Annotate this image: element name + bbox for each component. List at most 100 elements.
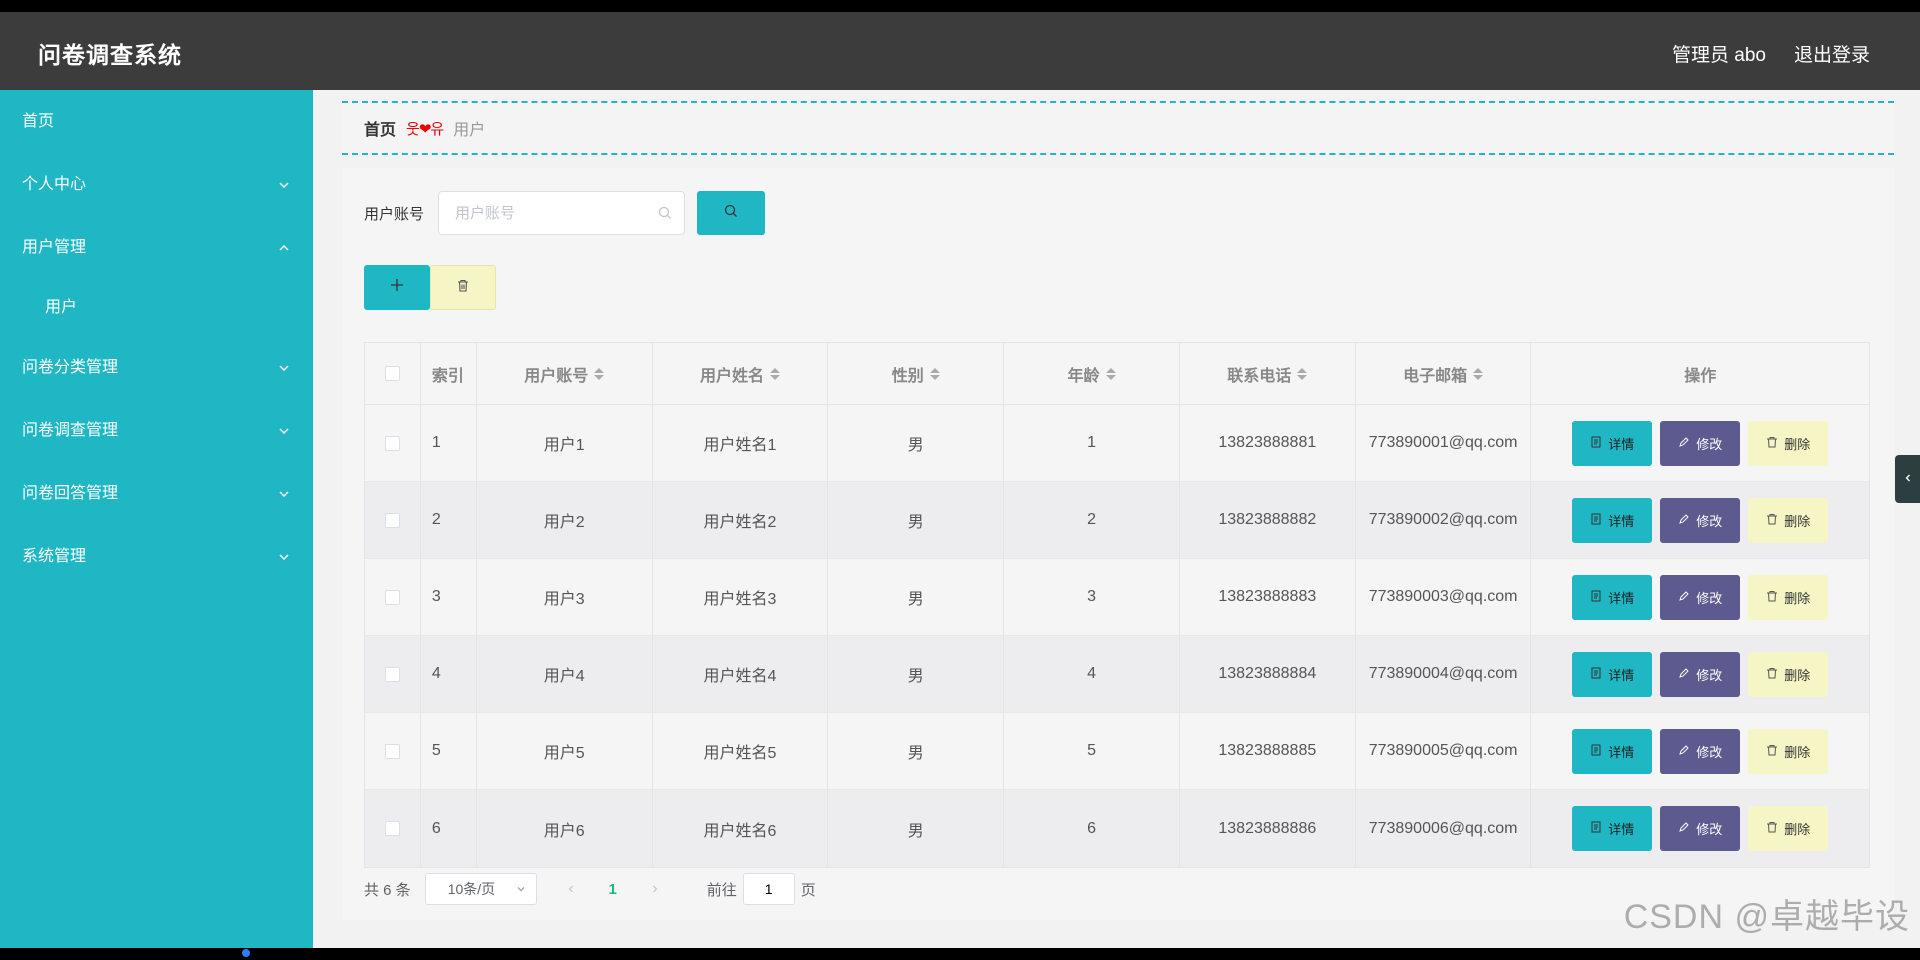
detail-button[interactable]: 详情 — [1572, 574, 1653, 620]
cell-age: 4 — [1004, 636, 1180, 712]
collapse-panel-button[interactable] — [1895, 455, 1920, 503]
header-ops: 操作 — [1531, 343, 1869, 404]
cell-index: 3 — [421, 559, 477, 635]
header-index: 索引 — [421, 343, 477, 404]
cell-age: 5 — [1004, 713, 1180, 789]
edit-button[interactable]: 修改 — [1660, 806, 1741, 851]
current-user[interactable]: 管理员 abo — [1672, 40, 1766, 67]
sidebar-item-personal-center[interactable]: 个人中心 — [0, 153, 313, 216]
delete-button[interactable]: 删除 — [1748, 420, 1829, 466]
cell-ops: 详情 修改 删除 — [1531, 482, 1869, 558]
sidebar-item-label: 问卷调查管理 — [22, 422, 119, 439]
plus-icon — [390, 278, 404, 297]
header-name-label: 用户姓名 — [700, 367, 765, 385]
prev-page-button[interactable] — [549, 881, 593, 898]
chevron-down-icon — [277, 153, 291, 216]
breadcrumb-home[interactable]: 首页 — [364, 116, 396, 140]
search-button[interactable] — [697, 191, 766, 235]
logout-link[interactable]: 退出登录 — [1794, 40, 1870, 67]
detail-button[interactable]: 详情 — [1572, 651, 1653, 697]
cell-ops: 详情 修改 删除 — [1531, 636, 1869, 712]
trash-icon — [1766, 513, 1778, 528]
cell-ops: 详情 修改 删除 — [1531, 405, 1869, 481]
detail-button[interactable]: 详情 — [1572, 420, 1653, 466]
cell-age: 3 — [1004, 559, 1180, 635]
sidebar-item-questionnaire-category[interactable]: 问卷分类管理 — [0, 336, 313, 399]
document-icon — [1590, 744, 1602, 759]
sidebar-item-questionnaire-answer[interactable]: 问卷回答管理 — [0, 462, 313, 525]
row-checkbox[interactable] — [384, 743, 400, 759]
delete-label: 删除 — [1784, 822, 1811, 837]
page-size-select[interactable]: 10条/页 — [424, 873, 537, 905]
page-number[interactable]: 1 — [593, 881, 633, 898]
cell-gender: 男 — [828, 482, 1005, 558]
sort-icon — [770, 367, 781, 380]
header-phone-label: 联系电话 — [1227, 367, 1292, 385]
select-all-checkbox[interactable] — [384, 366, 400, 381]
header-phone[interactable]: 联系电话 — [1180, 343, 1356, 404]
header-gender-label: 性别 — [891, 367, 924, 385]
detail-button[interactable]: 详情 — [1572, 806, 1653, 851]
cell-account: 用户5 — [477, 713, 653, 789]
row-checkbox-cell — [365, 636, 421, 712]
document-icon — [1590, 436, 1602, 451]
add-button[interactable] — [364, 265, 430, 310]
detail-button[interactable]: 详情 — [1572, 497, 1653, 543]
cell-gender: 男 — [828, 713, 1005, 789]
delete-button[interactable]: 删除 — [1748, 806, 1829, 851]
header-gender[interactable]: 性别 — [828, 343, 1005, 404]
edit-button[interactable]: 修改 — [1660, 651, 1741, 697]
goto-unit: 页 — [800, 881, 816, 899]
delete-button[interactable]: 删除 — [1748, 574, 1829, 620]
sidebar-item-home[interactable]: 首页 — [0, 90, 313, 153]
cell-index: 1 — [421, 405, 477, 481]
detail-label: 详情 — [1608, 822, 1635, 837]
chevron-down-icon — [277, 525, 291, 588]
table-row: 5 用户5 用户姓名5 男 5 13823888885 773890005@qq… — [365, 713, 1869, 790]
trash-icon — [457, 279, 469, 297]
header-age[interactable]: 年龄 — [1004, 343, 1180, 404]
table-row: 3 用户3 用户姓名3 男 3 13823888883 773890003@qq… — [365, 559, 1869, 636]
row-checkbox[interactable] — [384, 435, 400, 451]
goto-page-input[interactable] — [742, 873, 795, 905]
detail-label: 详情 — [1608, 590, 1635, 606]
cell-index: 5 — [421, 713, 477, 789]
sidebar-item-questionnaire-survey[interactable]: 问卷调查管理 — [0, 399, 313, 462]
sidebar-item-user-management[interactable]: 用户管理 — [0, 216, 313, 279]
batch-delete-button[interactable] — [430, 265, 496, 310]
row-checkbox[interactable] — [384, 512, 400, 528]
document-icon — [1590, 667, 1602, 682]
delete-button[interactable]: 删除 — [1748, 497, 1829, 543]
row-checkbox[interactable] — [384, 589, 400, 605]
next-page-button[interactable] — [633, 881, 677, 898]
row-checkbox[interactable] — [384, 821, 400, 836]
app-title: 问卷调查系统 — [38, 42, 182, 68]
edit-label: 修改 — [1696, 436, 1723, 452]
edit-button[interactable]: 修改 — [1660, 497, 1741, 543]
header-account[interactable]: 用户账号 — [477, 343, 653, 404]
cell-account: 用户4 — [477, 636, 653, 712]
table-row: 4 用户4 用户姓名4 男 4 13823888884 773890004@qq… — [365, 636, 1869, 713]
users-table: 索引 用户账号 用户姓名 性别 年龄 联系电话 电子邮箱 操作 1 用户1 用户… — [364, 342, 1870, 868]
row-checkbox-cell — [365, 713, 421, 789]
header-index-label: 索引 — [431, 367, 464, 385]
header-name[interactable]: 用户姓名 — [653, 343, 829, 404]
cell-phone: 13823888885 — [1180, 713, 1356, 789]
detail-button[interactable]: 详情 — [1572, 728, 1653, 774]
edit-button[interactable]: 修改 — [1660, 420, 1741, 466]
chevron-down-icon — [516, 881, 526, 897]
cell-ops: 详情 修改 删除 — [1531, 713, 1869, 789]
header-email[interactable]: 电子邮箱 — [1356, 343, 1532, 404]
chevron-down-icon — [277, 399, 291, 462]
edit-button[interactable]: 修改 — [1660, 728, 1741, 774]
edit-button[interactable]: 修改 — [1660, 574, 1741, 620]
sidebar-subitem-users[interactable]: 用户 — [0, 279, 313, 336]
search-input[interactable] — [439, 192, 685, 234]
sidebar-item-label: 问卷回答管理 — [22, 485, 119, 502]
progress-indicator — [242, 949, 250, 957]
search-icon — [724, 204, 738, 223]
delete-button[interactable]: 删除 — [1748, 728, 1829, 774]
row-checkbox[interactable] — [384, 666, 400, 682]
sidebar-item-system-management[interactable]: 系统管理 — [0, 525, 313, 588]
delete-button[interactable]: 删除 — [1748, 651, 1829, 697]
